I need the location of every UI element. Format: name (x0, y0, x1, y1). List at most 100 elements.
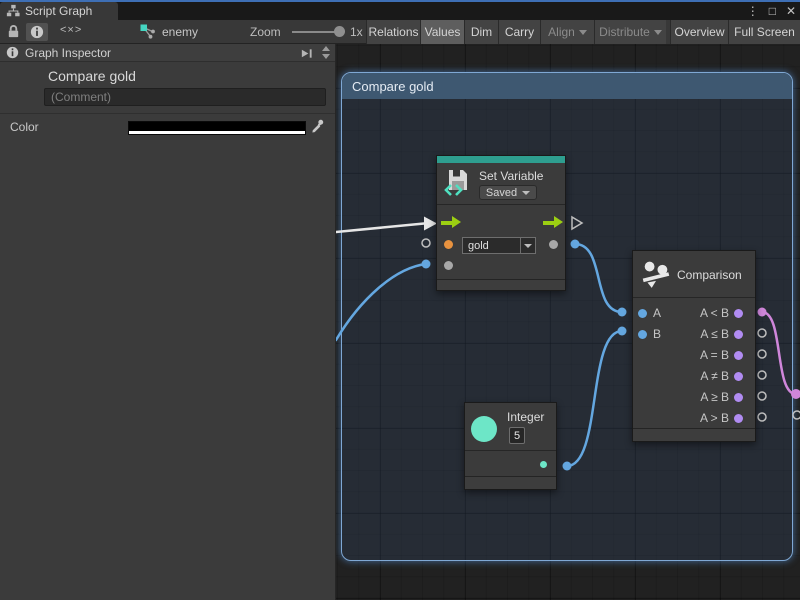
fullscreen-button[interactable]: Full Screen (728, 20, 800, 44)
window-maximize-icon[interactable]: □ (769, 4, 776, 18)
overview-button[interactable]: Overview (670, 20, 728, 44)
relations-button[interactable]: Relations (366, 20, 420, 44)
window-controls: ⋮ □ ✕ (747, 2, 796, 20)
unconnected-flow-marker[interactable] (572, 217, 582, 229)
dropdown-button[interactable] (520, 238, 535, 253)
node-comparison[interactable]: Comparison A A < B B A ≤ B A = B A ≠ B (632, 250, 756, 442)
value-out-port[interactable] (549, 240, 558, 249)
value-wire-in[interactable] (336, 264, 426, 340)
output-label: A ≤ B (700, 327, 729, 341)
unconnected-port-marker[interactable] (758, 413, 766, 421)
lock-icon[interactable] (6, 24, 21, 39)
output-label: A ≥ B (700, 390, 729, 404)
wire-endpoint[interactable] (618, 327, 627, 336)
info-icon (6, 46, 19, 59)
zoom-slider-track[interactable] (292, 31, 340, 33)
zoom-slider-knob[interactable] (334, 26, 345, 37)
node-footer (437, 279, 565, 290)
code-preview-icon[interactable]: <×> (60, 24, 82, 36)
unconnected-port-marker[interactable] (793, 411, 800, 419)
wire-endpoint[interactable] (571, 240, 580, 249)
wire-endpoint[interactable] (422, 260, 431, 269)
input-label: A (653, 306, 661, 320)
tab-title: Script Graph (25, 4, 92, 18)
graph-inspector-header: Graph Inspector (0, 44, 335, 62)
node-footer (465, 476, 556, 489)
integer-icon (471, 416, 497, 442)
inspector-toggle-button[interactable] (26, 23, 48, 41)
carry-button[interactable]: Carry (498, 20, 540, 44)
output-port-a-eq-b[interactable] (734, 351, 743, 360)
window-close-icon[interactable]: ✕ (786, 4, 796, 18)
wire-endpoint[interactable] (791, 389, 800, 399)
color-label: Color (10, 120, 39, 134)
variable-name-port[interactable] (444, 240, 453, 249)
wire-endpoint[interactable] (618, 308, 627, 317)
value-in-port[interactable] (444, 261, 453, 270)
panel-scroll-arrows[interactable] (322, 46, 330, 59)
unconnected-port-marker[interactable] (758, 371, 766, 379)
arrow-down-icon (322, 54, 330, 59)
color-swatch[interactable] (128, 121, 306, 135)
node-title: Comparison (677, 268, 742, 282)
info-icon (30, 25, 44, 39)
unconnected-port-marker[interactable] (422, 239, 430, 247)
output-port-a-gt-b[interactable] (734, 414, 743, 423)
flow-out-port[interactable] (543, 216, 563, 229)
comparison-icon (640, 258, 672, 290)
node-graph-icon (140, 24, 156, 39)
graph-reference[interactable]: enemy (140, 24, 198, 39)
node-title: Set Variable (479, 169, 543, 183)
variable-select-dropdown[interactable]: gold (462, 237, 536, 254)
graph-inspector-title: Graph Inspector (25, 46, 111, 60)
wire-endpoint[interactable] (563, 462, 572, 471)
tab-script-graph[interactable]: Script Graph (0, 2, 118, 20)
output-label: A = B (700, 348, 729, 362)
comparison-row: A = B (633, 345, 755, 366)
output-label: A > B (700, 411, 729, 425)
graph-canvas[interactable]: Compare gold (336, 44, 800, 600)
node-title: Integer (507, 410, 544, 424)
wire-a-less-b-out[interactable] (762, 312, 796, 394)
unconnected-port-marker[interactable] (758, 392, 766, 400)
values-button[interactable]: Values (420, 20, 464, 44)
comparison-row: A > B (633, 408, 755, 429)
tab-bar: Script Graph ⋮ □ ✕ (0, 2, 800, 20)
wire-integer-to-b[interactable] (567, 331, 622, 466)
divider (437, 204, 565, 205)
window-menu-icon[interactable]: ⋮ (747, 4, 759, 18)
dim-button[interactable]: Dim (464, 20, 498, 44)
zoom-label: Zoom (250, 25, 281, 39)
distribute-dropdown[interactable]: Distribute (594, 20, 666, 44)
flow-wire-in[interactable] (336, 224, 424, 233)
wire-endpoint[interactable] (758, 308, 767, 317)
divider (633, 297, 755, 298)
variable-kind-dropdown[interactable]: Saved (479, 185, 537, 200)
input-port-b[interactable] (638, 330, 647, 339)
output-port-a-lte-b[interactable] (734, 330, 743, 339)
chevron-down-icon (579, 30, 587, 35)
output-port-a-gte-b[interactable] (734, 393, 743, 402)
divider (465, 450, 556, 451)
flow-in-port[interactable] (441, 216, 461, 229)
unconnected-port-marker[interactable] (758, 329, 766, 337)
integer-value-field[interactable]: 5 (509, 427, 525, 444)
eyedropper-icon[interactable] (310, 118, 325, 133)
align-dropdown[interactable]: Align (540, 20, 594, 44)
output-port-a-less-b[interactable] (734, 309, 743, 318)
wire-setvar-to-a[interactable] (575, 244, 622, 312)
integer-out-port[interactable] (540, 461, 547, 468)
unconnected-port-marker[interactable] (758, 350, 766, 358)
chevron-down-icon (654, 30, 662, 35)
comment-input[interactable] (44, 88, 326, 106)
node-integer[interactable]: Integer 5 (464, 402, 557, 490)
toolbar-buttons: Relations Values Dim Carry Align Distrib… (366, 20, 800, 44)
input-port-a[interactable] (638, 309, 647, 318)
output-port-a-neq-b[interactable] (734, 372, 743, 381)
graph-title: Compare gold (48, 68, 136, 84)
comparison-row: A ≠ B (633, 366, 755, 387)
comparison-row: B A ≤ B (633, 324, 755, 345)
dock-panel-icon[interactable] (300, 47, 313, 60)
node-accent-strip (437, 156, 565, 163)
node-set-variable[interactable]: Set Variable Saved gold (436, 155, 566, 291)
